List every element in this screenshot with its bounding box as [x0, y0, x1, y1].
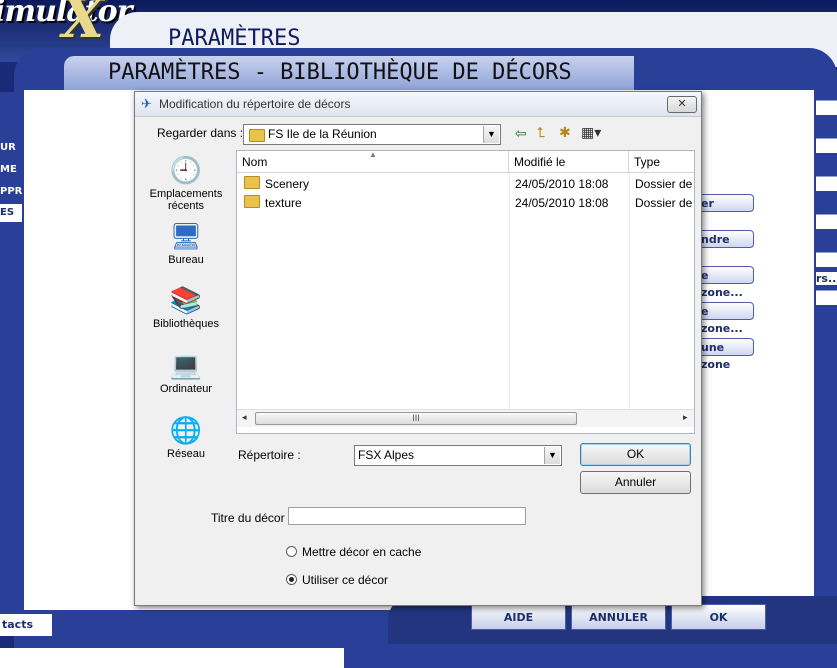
back-icon[interactable]: ⇦ [515, 125, 527, 141]
directory-label: Répertoire : [238, 448, 301, 462]
up-folder-icon[interactable]: ⮤ [537, 124, 545, 140]
file-row[interactable]: texture 24/05/2010 18:08 Dossier de f [237, 194, 694, 213]
right-edge-button[interactable]: rs... [816, 272, 837, 285]
sort-arrow-icon: ▲ [369, 150, 377, 159]
file-list[interactable]: Nom ▲ Modifié le Type Scenery 24/05/2010… [236, 150, 695, 434]
look-in-label: Regarder dans : [157, 126, 244, 140]
side-button[interactable]: ndre [696, 230, 754, 248]
scroll-thumb[interactable]: III [255, 412, 577, 425]
dialog-titlebar: ✈ Modification du répertoire de décors ✕ [135, 92, 701, 117]
column-header-name[interactable]: Nom ▲ [237, 150, 509, 173]
place-libraries[interactable]: 📚 Bibliothèques [136, 285, 236, 330]
place-label: Emplacements [149, 188, 223, 200]
horizontal-scrollbar[interactable]: ◂ III ▸ [237, 409, 694, 427]
recent-places-icon: 🕘 [169, 155, 203, 185]
directory-value: FSX Alpes [358, 448, 415, 462]
scenery-title-input[interactable] [288, 507, 526, 525]
ok-button[interactable]: OK [580, 443, 691, 466]
place-label: Réseau [167, 448, 205, 460]
left-nav-item[interactable]: ME [0, 164, 17, 175]
left-nav-item[interactable]: PPR [0, 186, 22, 197]
place-computer[interactable]: 💻 Ordinateur [136, 350, 236, 395]
help-button[interactable]: AIDE [471, 604, 566, 630]
use-scenery-radio-label[interactable]: Utiliser ce décor [302, 573, 388, 587]
view-menu-icon[interactable]: ▦▾ [581, 124, 601, 140]
page-title: PARAMÈTRES - BIBLIOTHÈQUE DE DÉCORS [108, 60, 572, 85]
contacts-link[interactable]: tacts [0, 614, 52, 636]
bottom-panel [0, 648, 344, 668]
column-header-modified[interactable]: Modifié le [509, 151, 629, 173]
place-label: Ordinateur [160, 383, 212, 395]
folder-dialog: ✈ Modification du répertoire de décors ✕… [134, 91, 702, 606]
place-label: Bureau [168, 254, 204, 266]
desktop-icon: 🖥 [169, 221, 203, 251]
places-bar: 🕘 Emplacements récents 🖥 Bureau 📚 Biblio… [136, 149, 234, 469]
ok-main-button[interactable]: OK [671, 604, 766, 630]
folder-icon [244, 176, 260, 189]
place-label: Bibliothèques [152, 318, 220, 330]
left-nav-item-active[interactable]: ES [0, 207, 14, 218]
scroll-right-icon[interactable]: ▸ [683, 412, 688, 423]
computer-icon: 💻 [169, 350, 203, 380]
airplane-icon: ✈ [141, 96, 152, 111]
chevron-down-icon[interactable]: ▼ [483, 126, 499, 143]
file-row[interactable]: Scenery 24/05/2010 18:08 Dossier de f [237, 175, 694, 194]
cache-radio[interactable] [286, 546, 297, 557]
side-button[interactable]: une zone [696, 338, 754, 371]
cache-radio-label[interactable]: Mettre décor en cache [302, 545, 421, 559]
folder-icon [249, 129, 265, 142]
folder-icon [244, 195, 260, 208]
cancel-button[interactable]: Annuler [580, 471, 691, 494]
place-label: récents [167, 200, 205, 212]
column-header-type[interactable]: Type [629, 151, 694, 173]
app-logo-x: X [62, 0, 104, 50]
look-in-value: FS Ile de la Réunion [268, 127, 377, 141]
left-nav-item[interactable]: UR [0, 142, 16, 153]
libraries-icon: 📚 [169, 285, 203, 315]
directory-select[interactable]: FSX Alpes ▼ [354, 445, 562, 466]
cancel-main-button[interactable]: ANNULER [571, 604, 666, 630]
place-desktop[interactable]: 🖥 Bureau [136, 221, 236, 266]
look-in-select[interactable]: FS Ile de la Réunion ▼ [243, 124, 501, 145]
scroll-left-icon[interactable]: ◂ [242, 412, 247, 423]
scenery-title-label: Titre du décor : [211, 511, 292, 525]
side-button[interactable]: er [696, 194, 754, 212]
right-edge-bars [816, 100, 837, 350]
place-recent[interactable]: 🕘 Emplacements récents [136, 155, 236, 212]
dialog-title: Modification du répertoire de décors [159, 97, 351, 111]
network-icon: 🌐 [169, 415, 203, 445]
use-scenery-radio[interactable] [286, 574, 297, 585]
side-button[interactable]: e zone... [696, 266, 754, 299]
place-network[interactable]: 🌐 Réseau [136, 415, 236, 460]
close-button[interactable]: ✕ [667, 96, 697, 113]
side-button[interactable]: e zone... [696, 302, 754, 335]
new-folder-icon[interactable]: ✱ [559, 124, 571, 140]
chevron-down-icon[interactable]: ▼ [544, 447, 560, 464]
